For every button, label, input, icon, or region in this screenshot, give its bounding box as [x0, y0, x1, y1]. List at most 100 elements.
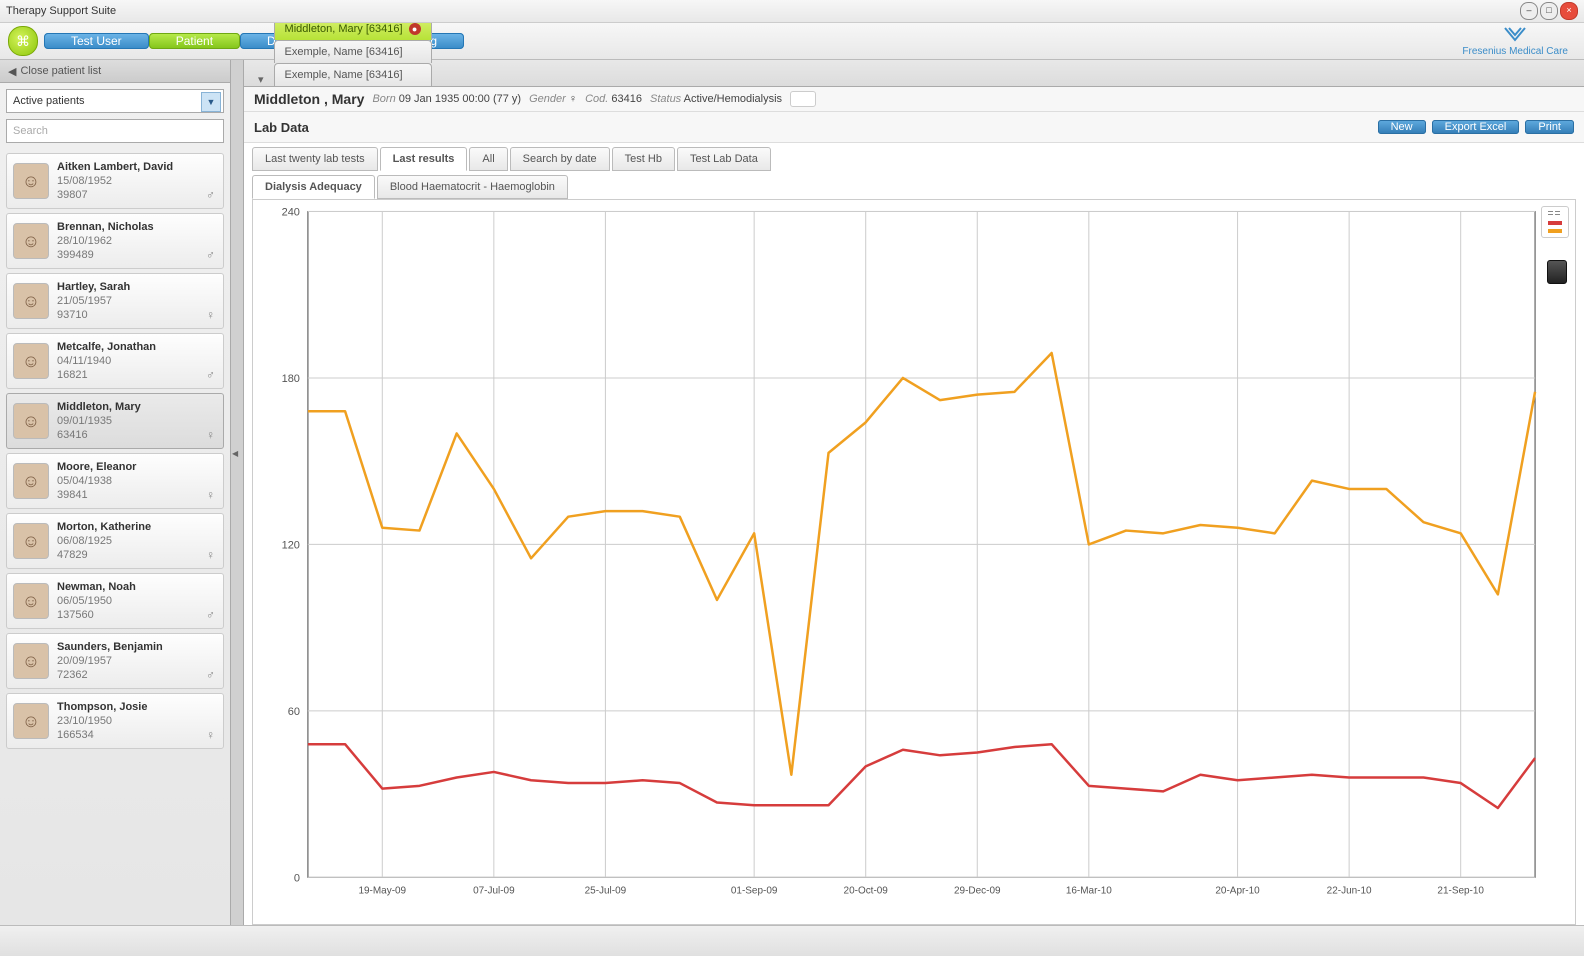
avatar: ☺ — [13, 283, 49, 319]
chart-area: 06012018024019-May-0907-Jul-0925-Jul-090… — [252, 199, 1576, 925]
patient-item-id: 63416 — [57, 428, 141, 442]
close-icon[interactable]: ● — [409, 23, 421, 35]
patient-list[interactable]: ☺Aitken Lambert, David15/08/195239807♂☺B… — [4, 149, 226, 925]
patient-name: Middleton , Mary — [254, 91, 364, 107]
filter-tab[interactable]: All — [469, 147, 507, 171]
svg-text:19-May-09: 19-May-09 — [358, 885, 406, 896]
avatar: ☺ — [13, 583, 49, 619]
brand-label: Fresenius Medical Care — [1462, 46, 1568, 57]
avatar: ☺ — [13, 403, 49, 439]
search-placeholder: Search — [13, 125, 48, 137]
section-title: Lab Data — [254, 120, 1372, 135]
sidebar: ◀ Close patient list Active patients ▼ S… — [0, 60, 231, 925]
patient-item-name: Aitken Lambert, David — [57, 160, 173, 174]
status-bar — [0, 925, 1584, 956]
svg-text:240: 240 — [282, 206, 300, 218]
close-patient-list-button[interactable]: ◀ Close patient list — [0, 60, 230, 83]
top-nav: ⌘ Test UserPatientDialysis unitReporting… — [0, 23, 1584, 60]
patient-tab[interactable]: Exemple, Name [63416] — [274, 40, 432, 63]
window-maximize-button[interactable]: □ — [1540, 2, 1558, 20]
svg-text:29-Dec-09: 29-Dec-09 — [954, 885, 1001, 896]
patient-list-item[interactable]: ☺Moore, Eleanor05/04/193839841♀ — [6, 453, 224, 509]
title-bar: Therapy Support Suite – □ × — [0, 0, 1584, 23]
patient-item-dob: 15/08/1952 — [57, 174, 173, 188]
status-toggle[interactable] — [790, 91, 816, 107]
filter-tab[interactable]: Test Hb — [612, 147, 675, 171]
patient-list-item[interactable]: ☺Hartley, Sarah21/05/195793710♀ — [6, 273, 224, 329]
avatar: ☺ — [13, 163, 49, 199]
filter-tab[interactable]: Test Lab Data — [677, 147, 771, 171]
avatar: ☺ — [13, 523, 49, 559]
gender-icon: ♀ — [206, 488, 215, 502]
patient-list-item[interactable]: ☺Saunders, Benjamin20/09/195772362♂ — [6, 633, 224, 689]
patient-filter-select[interactable]: Active patients ▼ — [6, 89, 224, 113]
svg-text:20-Apr-10: 20-Apr-10 — [1215, 885, 1260, 896]
nav-test-user[interactable]: Test User — [44, 33, 149, 49]
avatar: ☺ — [13, 703, 49, 739]
print-button[interactable]: Print — [1525, 120, 1574, 134]
patient-list-item[interactable]: ☺Aitken Lambert, David15/08/195239807♂ — [6, 153, 224, 209]
sub-tab[interactable]: Blood Haematocrit - Haemoglobin — [377, 175, 568, 199]
patient-item-name: Moore, Eleanor — [57, 460, 136, 474]
chart-legend[interactable] — [1541, 206, 1569, 238]
filter-tab[interactable]: Last twenty lab tests — [252, 147, 378, 171]
patient-item-id: 47829 — [57, 548, 151, 562]
dropdown-arrow-icon[interactable]: ▼ — [201, 92, 221, 112]
chart-scroll-thumb[interactable] — [1547, 260, 1567, 284]
window-close-button[interactable]: × — [1560, 2, 1578, 20]
patient-item-id: 93710 — [57, 308, 130, 322]
gender-icon: ♂ — [206, 368, 215, 382]
patient-item-dob: 20/09/1957 — [57, 654, 163, 668]
patient-item-dob: 28/10/1962 — [57, 234, 154, 248]
patient-item-id: 39841 — [57, 488, 136, 502]
svg-text:01-Sep-09: 01-Sep-09 — [731, 885, 778, 896]
gender-icon: ♂ — [206, 608, 215, 622]
patient-item-dob: 09/01/1935 — [57, 414, 141, 428]
gender-icon: ♂ — [206, 188, 215, 202]
patient-list-item[interactable]: ☺ Middleton, Mary09/01/193563416 ♀ — [6, 393, 224, 449]
sub-tab[interactable]: Dialysis Adequacy — [252, 175, 375, 199]
window-minimize-button[interactable]: – — [1520, 2, 1538, 20]
patient-item-id: 72362 — [57, 668, 163, 682]
export-excel-button[interactable]: Export Excel — [1432, 120, 1520, 134]
sub-tabs: Dialysis AdequacyBlood Haematocrit - Hae… — [244, 171, 1584, 199]
new-button[interactable]: New — [1378, 120, 1426, 134]
search-input[interactable]: Search — [6, 119, 224, 143]
svg-text:21-Sep-10: 21-Sep-10 — [1437, 885, 1484, 896]
patient-list-item[interactable]: ☺Thompson, Josie23/10/1950166534♀ — [6, 693, 224, 749]
patient-filter-value: Active patients — [13, 95, 85, 107]
patient-list-item[interactable]: ☺Newman, Noah06/05/1950137560♂ — [6, 573, 224, 629]
tabs-menu-icon[interactable]: ▾ — [252, 73, 270, 86]
legend-toggle-icon — [1547, 209, 1563, 219]
section-header: Lab Data New Export Excel Print — [244, 112, 1584, 143]
gender-icon: ♀ — [206, 428, 215, 442]
brand-logo: Fresenius Medical Care — [1462, 26, 1568, 57]
app-title: Therapy Support Suite — [6, 5, 116, 17]
svg-text:0: 0 — [294, 872, 300, 884]
patient-list-item[interactable]: ☺Morton, Katherine06/08/192547829♀ — [6, 513, 224, 569]
filter-tab[interactable]: Last results — [380, 147, 468, 171]
patient-item-dob: 21/05/1957 — [57, 294, 130, 308]
svg-text:16-Mar-10: 16-Mar-10 — [1066, 885, 1112, 896]
svg-text:20-Oct-09: 20-Oct-09 — [844, 885, 889, 896]
svg-text:120: 120 — [282, 539, 300, 551]
legend-series-b — [1548, 221, 1562, 225]
patient-item-name: Metcalfe, Jonathan — [57, 340, 156, 354]
patient-list-item[interactable]: ☺Metcalfe, Jonathan04/11/194016821♂ — [6, 333, 224, 389]
app-logo-icon: ⌘ — [8, 26, 38, 56]
gender-icon: ♀ — [206, 728, 215, 742]
collapse-icon: ◀ — [8, 65, 16, 78]
patient-item-name: Middleton, Mary — [57, 400, 141, 414]
sidebar-collapse-handle[interactable] — [231, 60, 244, 925]
patient-item-id: 166534 — [57, 728, 147, 742]
nav-patient[interactable]: Patient — [149, 33, 240, 49]
svg-text:180: 180 — [282, 373, 300, 385]
patient-list-item[interactable]: ☺Brennan, Nicholas28/10/1962399489♂ — [6, 213, 224, 269]
patient-item-id: 16821 — [57, 368, 156, 382]
patient-tab[interactable]: Exemple, Name [63416] — [274, 63, 432, 86]
avatar: ☺ — [13, 463, 49, 499]
gender-icon: ♂ — [206, 248, 215, 262]
lab-chart: 06012018024019-May-0907-Jul-0925-Jul-090… — [253, 200, 1575, 924]
main-area: ▾ Middleton, Mary [63416]●Exemple, Name … — [244, 60, 1584, 925]
filter-tab[interactable]: Search by date — [510, 147, 610, 171]
